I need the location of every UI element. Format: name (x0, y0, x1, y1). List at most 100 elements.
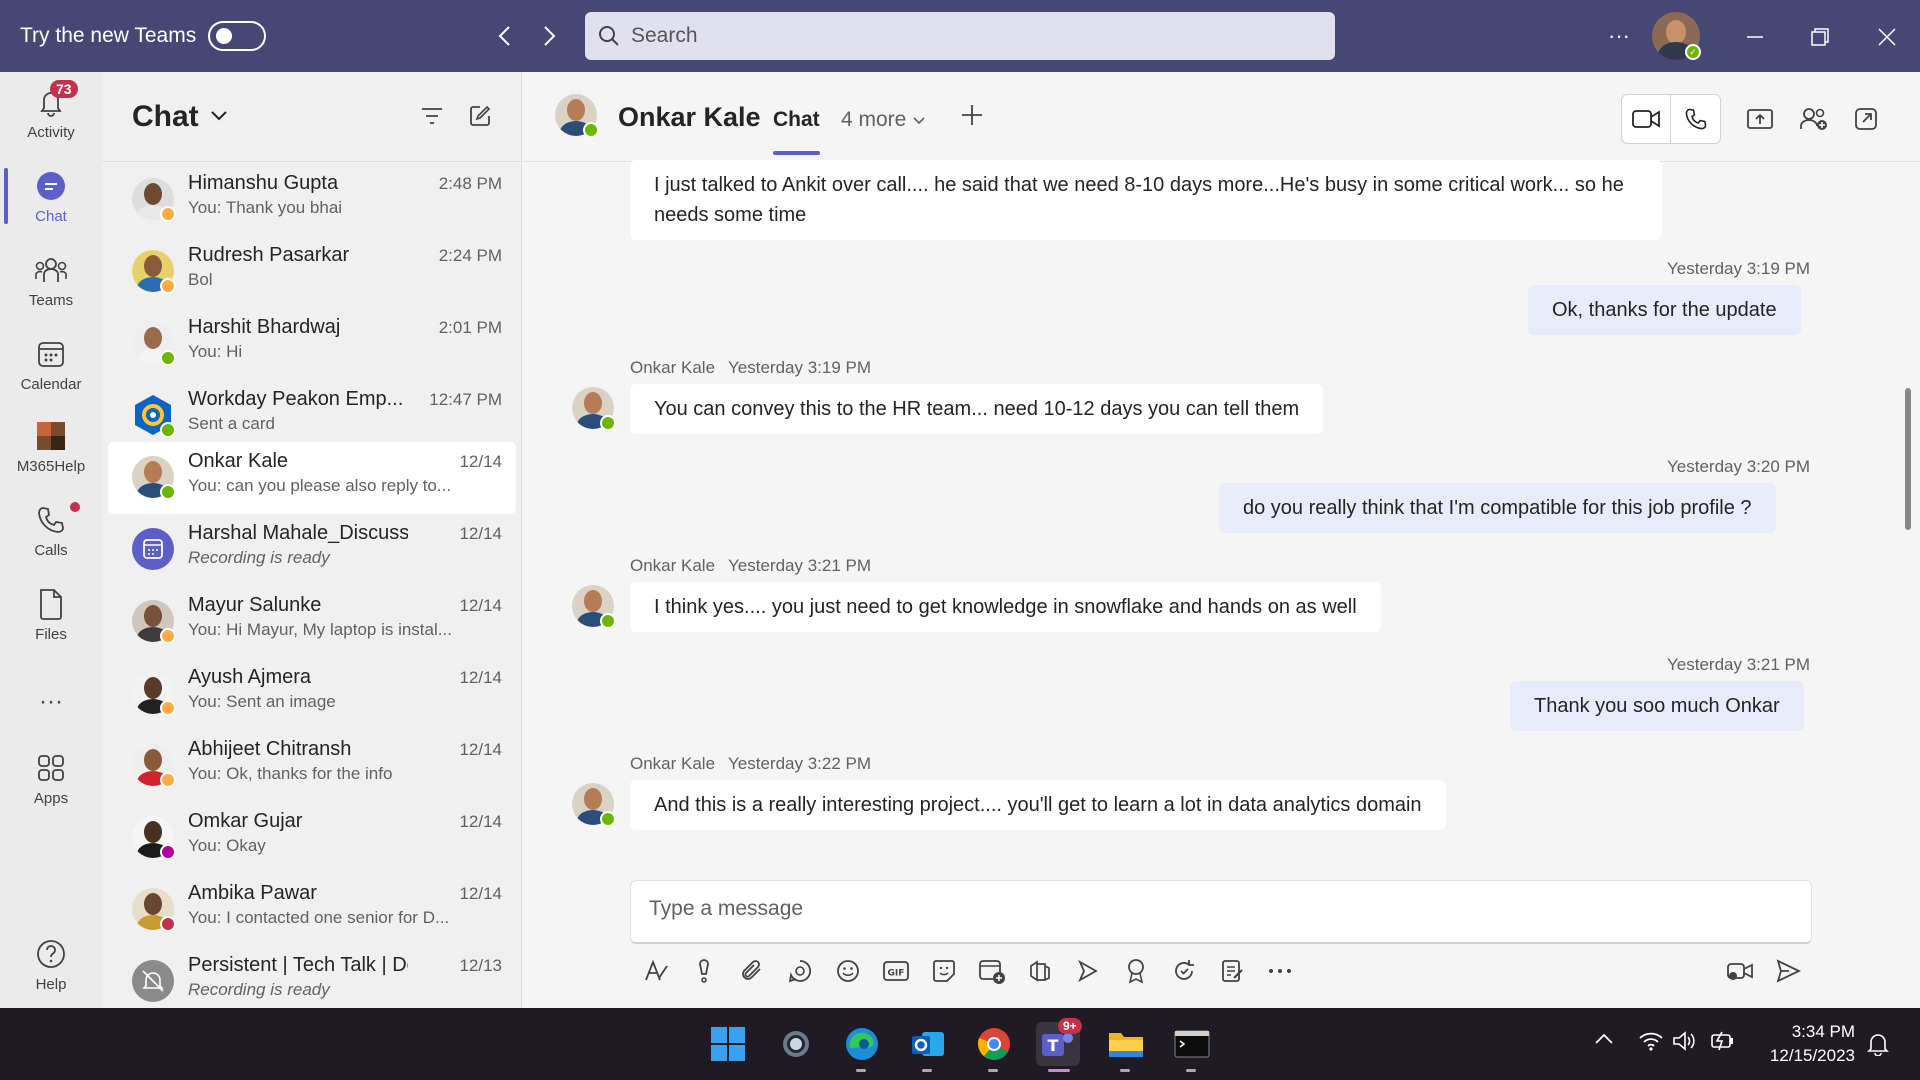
rail-item-files[interactable]: Files (0, 574, 102, 654)
message-incoming[interactable]: And this is a really interesting project… (630, 780, 1446, 830)
emoji-icon[interactable] (832, 955, 864, 987)
chat-list-item[interactable]: Persistent | Tech Talk | De... Recording… (108, 946, 516, 1008)
search-box[interactable] (585, 12, 1335, 60)
more-options-icon[interactable]: ··· (1604, 22, 1634, 50)
rail-item-teams[interactable]: Teams (0, 240, 102, 320)
rail-item-activity[interactable]: Activity 73 (0, 72, 102, 152)
chevron-down-icon (913, 117, 925, 125)
forward-arrow-icon[interactable] (534, 18, 564, 54)
copilot-pages-icon[interactable] (1024, 955, 1056, 987)
presence-away-icon (160, 206, 176, 222)
approvals-icon[interactable] (1216, 955, 1248, 987)
settings-gear-icon[interactable] (774, 1022, 818, 1066)
conversation-avatar[interactable] (555, 94, 599, 138)
chat-list-title: Chat (132, 100, 199, 133)
show-hidden-icons-chevron-icon[interactable] (1594, 1032, 1614, 1051)
avatar[interactable] (572, 585, 616, 629)
add-tab-icon[interactable] (957, 100, 987, 130)
terminal-icon[interactable] (1170, 1022, 1214, 1072)
filter-icon[interactable] (420, 106, 444, 126)
chevron-down-icon[interactable] (210, 110, 228, 122)
chat-list-item[interactable]: Abhijeet Chitransh You: Ok, thanks for t… (108, 730, 516, 802)
more-actions-icon[interactable] (1264, 955, 1296, 987)
new-chat-icon[interactable] (468, 104, 492, 128)
rail-item-apps[interactable]: Apps (0, 738, 102, 818)
message-incoming[interactable]: I just talked to Ankit over call.... he … (630, 160, 1662, 240)
message-outgoing[interactable]: do you really think that I'm compatible … (1219, 483, 1776, 533)
taskbar-clock[interactable]: 3:34 PM 12/15/2023 (1755, 1020, 1855, 1068)
tab-more-label: 4 more (841, 108, 907, 131)
chat-list-item[interactable]: Omkar Gujar You: Okay 12/14 (108, 802, 516, 874)
compose-box[interactable] (630, 880, 1812, 944)
rail-item-calendar[interactable]: Calendar (0, 324, 102, 404)
close-icon[interactable] (1872, 22, 1902, 52)
video-call-icon[interactable] (1622, 95, 1672, 143)
chat-preview: You: Ok, thanks for the info (188, 764, 393, 783)
avatar[interactable] (572, 783, 616, 827)
file-explorer-icon[interactable] (1104, 1022, 1148, 1072)
notification-bell-icon[interactable] (1867, 1032, 1889, 1061)
message-input[interactable] (649, 897, 1749, 921)
search-input[interactable] (631, 24, 1281, 48)
chat-list-item[interactable]: Mayur Salunke You: Hi Mayur, My laptop i… (108, 586, 516, 658)
format-icon[interactable] (640, 955, 672, 987)
file-icon (33, 586, 69, 622)
chrome-icon[interactable] (972, 1022, 1016, 1072)
meet-now-icon[interactable] (1724, 955, 1756, 987)
message-outgoing[interactable]: Ok, thanks for the update (1528, 285, 1801, 335)
message-incoming[interactable]: You can convey this to the HR team... ne… (630, 384, 1324, 434)
updates-icon[interactable] (1168, 955, 1200, 987)
rail-item-m365help[interactable]: M365Help (0, 406, 102, 486)
chat-list-item[interactable]: Ambika Pawar You: I contacted one senior… (108, 874, 516, 946)
rail-item-help[interactable]: Help (0, 924, 102, 1004)
back-arrow-icon[interactable] (490, 18, 520, 54)
chat-list-header: Chat (102, 72, 521, 162)
audio-call-icon[interactable] (1671, 95, 1720, 143)
praise-icon[interactable] (1120, 955, 1152, 987)
chat-list-item[interactable]: Himanshu Gupta You: Thank you bhai 2:48 … (108, 164, 516, 236)
volume-icon[interactable] (1672, 1030, 1696, 1057)
avatar[interactable] (572, 387, 616, 431)
avatar (132, 600, 176, 644)
outlook-icon[interactable] (906, 1022, 950, 1072)
teams-taskbar-icon[interactable]: T 9+ (1036, 1018, 1082, 1072)
send-icon[interactable] (1772, 955, 1804, 987)
windows-start-icon[interactable] (706, 1022, 750, 1066)
message-incoming[interactable]: I think yes.... you just need to get kno… (630, 582, 1381, 632)
tab-more[interactable]: 4 more (841, 108, 926, 132)
chat-list-item[interactable]: Rudresh Pasarkar Bol 2:24 PM (108, 236, 516, 308)
loop-icon[interactable] (784, 955, 816, 987)
rail-item-chat[interactable]: Chat (0, 156, 102, 236)
try-new-teams-toggle[interactable] (208, 21, 266, 51)
wifi-icon[interactable] (1638, 1030, 1664, 1057)
help-icon (33, 936, 69, 972)
attach-icon[interactable] (736, 955, 768, 987)
battery-charging-icon[interactable] (1710, 1030, 1736, 1057)
stream-icon[interactable] (1072, 955, 1104, 987)
sticker-icon[interactable] (928, 955, 960, 987)
rail-item-calls[interactable]: Calls (0, 490, 102, 570)
edge-browser-icon[interactable] (840, 1022, 884, 1072)
chat-list-item[interactable]: Harshal Mahale_Discussi... Recording is … (108, 514, 516, 586)
chat-list-item-selected[interactable]: Onkar Kale You: can you please also repl… (108, 442, 516, 514)
pop-out-icon[interactable] (1851, 104, 1881, 134)
tab-chat[interactable]: Chat (773, 108, 820, 155)
messages-scrollbar[interactable] (1905, 388, 1911, 530)
chat-list-item[interactable]: Harshit Bhardwaj You: Hi 2:01 PM (108, 308, 516, 380)
presence-available-icon: ✓ (1685, 44, 1701, 60)
share-screen-icon[interactable] (1745, 104, 1775, 134)
avatar (132, 178, 176, 222)
message-timestamp: Yesterday 3:19 PM (728, 358, 872, 377)
chat-time: 12/14 (459, 884, 502, 903)
chat-list-item[interactable]: Ayush Ajmera You: Sent an image 12/14 (108, 658, 516, 730)
minimize-icon[interactable] (1740, 22, 1770, 52)
gif-icon[interactable]: GIF (880, 955, 912, 987)
chat-time: 12/14 (459, 740, 502, 759)
schedule-meeting-icon[interactable] (976, 955, 1008, 987)
conversation-title[interactable]: Onkar Kale (618, 102, 761, 133)
rail-more-apps[interactable]: ··· (0, 662, 102, 742)
message-outgoing[interactable]: Thank you soo much Onkar (1510, 681, 1804, 731)
add-people-icon[interactable] (1799, 104, 1829, 134)
priority-icon[interactable] (688, 955, 720, 987)
restore-icon[interactable] (1805, 22, 1835, 52)
